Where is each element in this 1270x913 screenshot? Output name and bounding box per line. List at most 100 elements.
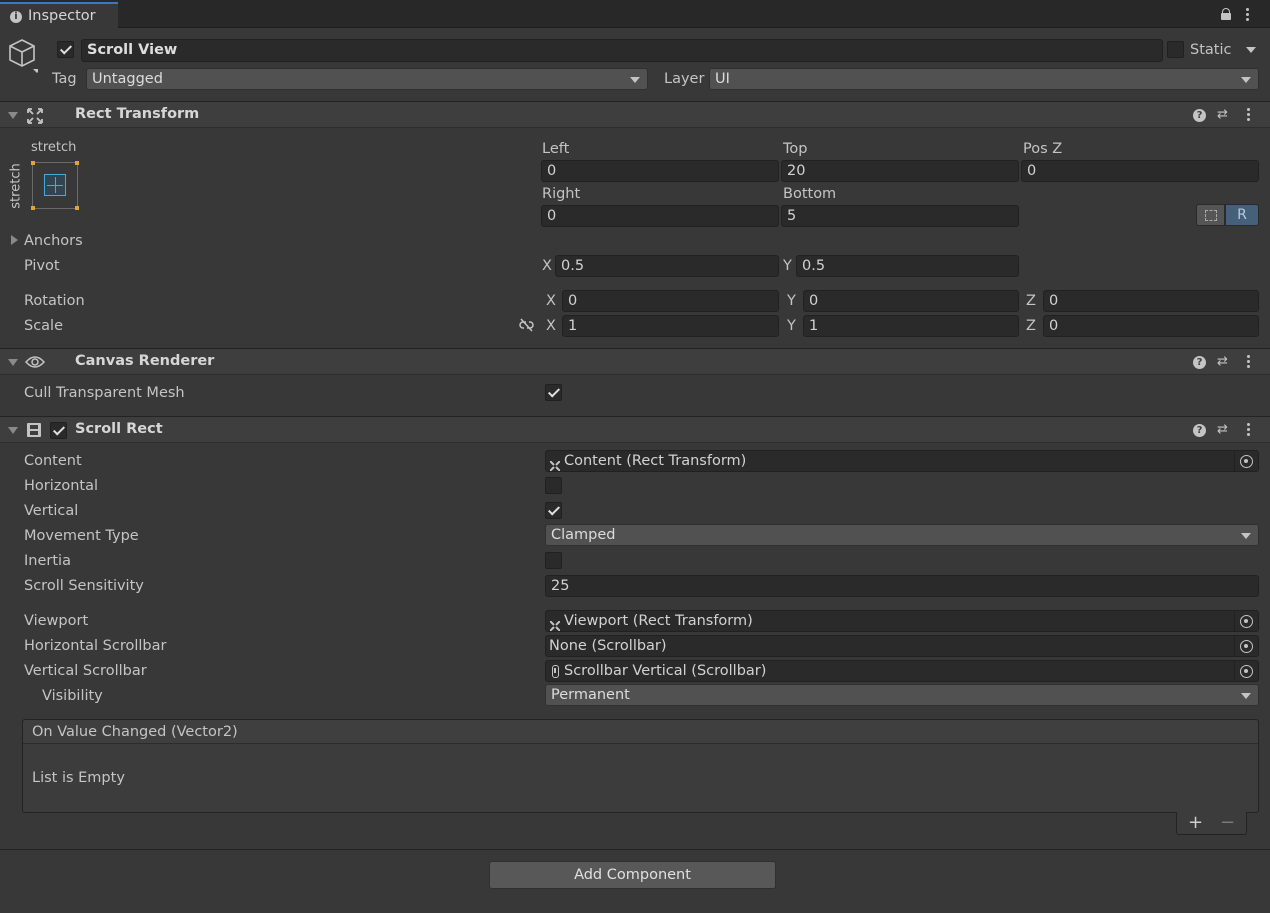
- pivot-y-input[interactable]: 0.5: [796, 255, 1019, 277]
- scale-y-label[interactable]: Y: [787, 317, 796, 335]
- tab-bar: [0, 0, 1270, 28]
- on-value-changed-panel: On Value Changed (Vector2) List is Empty: [22, 719, 1259, 813]
- vscroll-field[interactable]: Scrollbar Vertical (Scrollbar): [545, 660, 1259, 682]
- foldout-arrow-icon[interactable]: [8, 427, 18, 434]
- add-component-button[interactable]: Add Component: [489, 861, 776, 889]
- top-input[interactable]: 20: [781, 160, 1019, 182]
- tag-value: Untagged: [92, 71, 163, 87]
- static-dropdown-arrow[interactable]: [1246, 47, 1256, 53]
- tab-title: Inspector: [28, 8, 96, 24]
- blueprint-mode-button[interactable]: [1196, 204, 1225, 226]
- left-input[interactable]: 0: [541, 160, 779, 182]
- scrollbar-icon: [552, 665, 559, 678]
- rot-y-label[interactable]: Y: [787, 292, 796, 310]
- add-event-button[interactable]: +: [1188, 812, 1203, 833]
- rect-transform-icon: [549, 617, 561, 632]
- object-picker-icon: [1240, 665, 1253, 678]
- static-checkbox[interactable]: [1167, 41, 1184, 58]
- object-picker-button[interactable]: [1234, 451, 1258, 471]
- vertical-label: Vertical: [24, 503, 79, 519]
- help-icon[interactable]: ?: [1193, 424, 1206, 437]
- scale-x-label[interactable]: X: [546, 317, 556, 335]
- tab-inspector[interactable]: i Inspector: [0, 2, 118, 29]
- object-picker-button[interactable]: [1234, 661, 1258, 681]
- pivot-x-label[interactable]: X: [542, 257, 552, 275]
- hscroll-label: Horizontal Scrollbar: [24, 638, 167, 654]
- hscroll-field[interactable]: None (Scrollbar): [545, 635, 1259, 657]
- anchor-preset-button[interactable]: [31, 161, 79, 210]
- rotation-label: Rotation: [24, 293, 85, 309]
- foldout-arrow-icon[interactable]: [8, 359, 18, 366]
- rect-transform-title: Rect Transform: [75, 106, 200, 122]
- viewport-value: Viewport (Rect Transform): [564, 613, 753, 629]
- rect-transform-header[interactable]: Rect Transform ? ⇄: [0, 101, 1270, 128]
- content-field[interactable]: Content (Rect Transform): [545, 450, 1259, 472]
- scale-y-input[interactable]: 1: [803, 315, 1019, 337]
- viewport-label: Viewport: [24, 613, 89, 629]
- presets-icon[interactable]: ⇄: [1217, 423, 1228, 437]
- cull-checkbox[interactable]: [545, 384, 562, 401]
- posz-input[interactable]: 0: [1021, 160, 1259, 182]
- object-picker-button[interactable]: [1234, 636, 1258, 656]
- static-label: Static: [1190, 42, 1232, 58]
- inertia-checkbox[interactable]: [545, 552, 562, 569]
- sensitivity-input[interactable]: 25: [545, 575, 1259, 597]
- viewport-field[interactable]: Viewport (Rect Transform): [545, 610, 1259, 632]
- layer-dropdown[interactable]: UI: [709, 68, 1259, 90]
- anchor-stretch-icon: [44, 174, 66, 196]
- rot-z-label[interactable]: Z: [1026, 292, 1036, 310]
- component-menu-icon[interactable]: [1247, 423, 1250, 438]
- vertical-checkbox[interactable]: [545, 502, 562, 519]
- anchors-foldout-icon[interactable]: [11, 235, 18, 245]
- bottom-input[interactable]: 5: [781, 205, 1019, 227]
- tab-menu-icon[interactable]: [1246, 8, 1249, 23]
- tag-label: Tag: [52, 71, 77, 87]
- scroll-rect-title: Scroll Rect: [75, 421, 163, 437]
- scroll-rect-enabled-checkbox[interactable]: [50, 422, 67, 439]
- help-icon[interactable]: ?: [1193, 356, 1206, 369]
- anchors-label[interactable]: Anchors: [24, 232, 83, 250]
- movement-value: Clamped: [551, 527, 616, 543]
- canvas-renderer-title: Canvas Renderer: [75, 353, 215, 369]
- scale-z-label[interactable]: Z: [1026, 317, 1036, 335]
- horizontal-checkbox[interactable]: [545, 477, 562, 494]
- rot-z-input[interactable]: 0: [1043, 290, 1259, 312]
- object-name-input[interactable]: Scroll View: [81, 39, 1163, 62]
- rot-x-label[interactable]: X: [546, 292, 556, 310]
- canvas-renderer-header[interactable]: Canvas Renderer ? ⇄: [0, 348, 1270, 375]
- visibility-dropdown[interactable]: Permanent: [545, 684, 1259, 706]
- object-picker-icon: [1240, 455, 1253, 468]
- info-icon: i: [10, 11, 22, 23]
- hscroll-value: None (Scrollbar): [549, 638, 667, 654]
- component-menu-icon[interactable]: [1247, 108, 1250, 123]
- foldout-arrow-icon[interactable]: [8, 112, 18, 119]
- rot-y-input[interactable]: 0: [803, 290, 1019, 312]
- component-menu-icon[interactable]: [1247, 355, 1250, 370]
- pivot-y-label[interactable]: Y: [783, 257, 792, 275]
- active-checkbox[interactable]: [57, 41, 74, 58]
- separator: [0, 849, 1270, 850]
- scale-x-input[interactable]: 1: [562, 315, 779, 337]
- presets-icon[interactable]: ⇄: [1217, 108, 1228, 122]
- anchor-h-label: stretch: [31, 140, 77, 155]
- raw-edit-button[interactable]: R: [1225, 204, 1259, 226]
- rect-transform-icon: [549, 457, 561, 472]
- pivot-x-input[interactable]: 0.5: [555, 255, 779, 277]
- scroll-rect-header[interactable]: Scroll Rect ? ⇄: [0, 416, 1270, 443]
- inertia-label: Inertia: [24, 553, 71, 569]
- presets-icon[interactable]: ⇄: [1217, 355, 1228, 369]
- movement-dropdown[interactable]: Clamped: [545, 524, 1259, 546]
- rot-x-input[interactable]: 0: [562, 290, 779, 312]
- object-picker-button[interactable]: [1234, 611, 1258, 631]
- tag-dropdown[interactable]: Untagged: [86, 68, 648, 90]
- cull-label: Cull Transparent Mesh: [24, 385, 185, 401]
- gameobject-cube-icon[interactable]: [8, 38, 41, 74]
- remove-event-button[interactable]: −: [1220, 812, 1235, 833]
- lock-icon[interactable]: [1221, 8, 1231, 20]
- rect-transform-icon: [27, 108, 43, 124]
- right-input[interactable]: 0: [541, 205, 779, 227]
- scale-z-input[interactable]: 0: [1043, 315, 1259, 337]
- help-icon[interactable]: ?: [1193, 109, 1206, 122]
- constrain-proportions-icon[interactable]: [518, 318, 535, 332]
- eye-icon: [24, 355, 46, 369]
